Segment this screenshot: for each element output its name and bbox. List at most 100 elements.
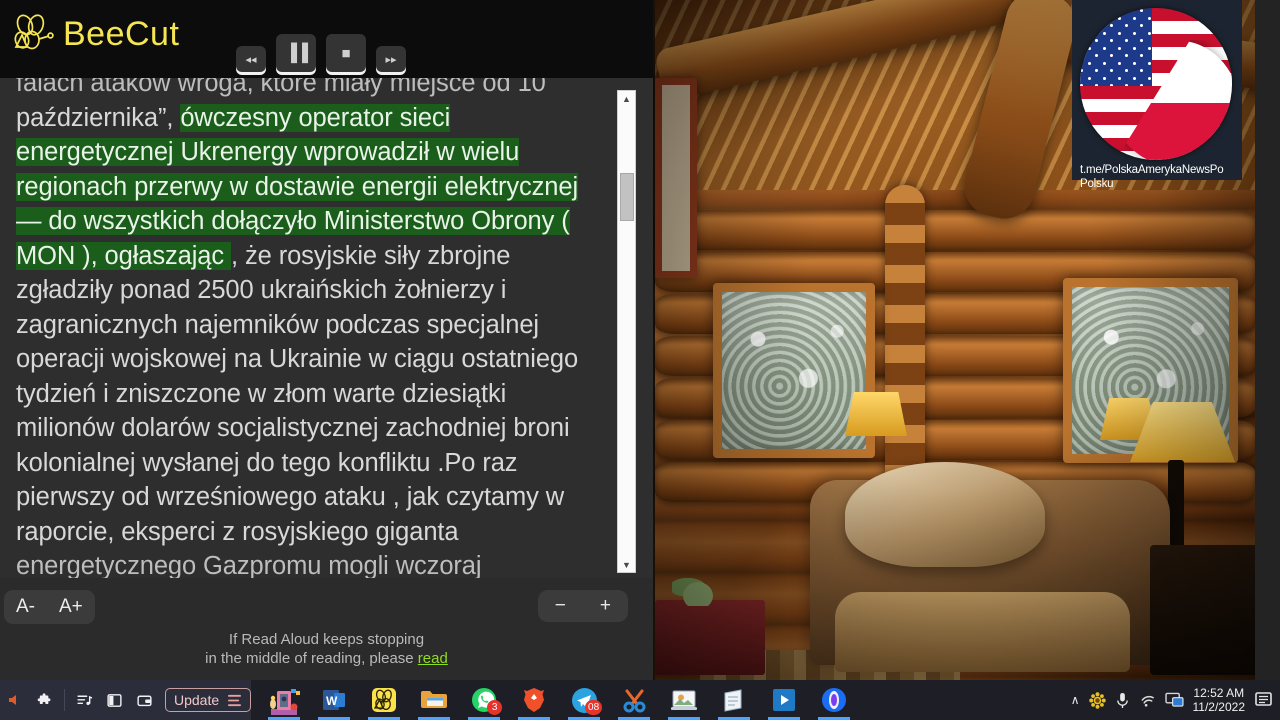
plain-text: tydzień i zniszczone w złom warte dziesi… — [16, 379, 507, 408]
wifi-icon[interactable] — [1139, 693, 1156, 708]
speaker-mute-icon[interactable] — [0, 685, 30, 715]
clock-date: 11/2/2022 — [1192, 700, 1246, 714]
read-link[interactable]: read — [418, 650, 448, 667]
scroll-up-arrow[interactable]: ▲ — [618, 91, 635, 106]
reader-line: — do wszystkich dołączyło Ministerstwo O… — [16, 204, 594, 239]
rewind-button[interactable]: ◂◂ — [236, 46, 266, 72]
taskbar-app-whatsapp[interactable]: 3 — [459, 680, 509, 720]
pause-button[interactable]: ▐▐ — [276, 34, 316, 72]
reader-line: tydzień i zniszczone w złom warte dziesi… — [16, 377, 594, 412]
taskbar-app-telegram[interactable]: 08 — [559, 680, 609, 720]
hint-line-2-text: in the middle of reading, please — [205, 650, 418, 667]
taskbar-app-opera[interactable] — [809, 680, 859, 720]
reader-scrollbar[interactable]: ▲ ▼ — [617, 90, 636, 573]
panel-footer: A- A+ − + If Read Aloud keeps stopping i… — [0, 578, 653, 680]
taskbar-clock[interactable]: 12:52 AM 11/2/2022 — [1193, 686, 1246, 714]
taskbar-app-file-explorer[interactable] — [409, 680, 459, 720]
plain-text: falach ataków wroga, które miały miejsce… — [16, 78, 546, 97]
taskbar-app-notepad[interactable] — [709, 680, 759, 720]
telegram-badge: 08 — [585, 700, 603, 715]
channel-handle-line1: t.me/PolskaAmerykaNewsPo — [1080, 164, 1224, 176]
hint-line-2: in the middle of reading, please read — [0, 649, 653, 668]
extensions-puzzle-icon[interactable] — [30, 685, 60, 715]
update-button[interactable]: Update — [165, 688, 252, 712]
media-controls: ◂◂ ▐▐ ■ ▸▸ — [236, 34, 406, 72]
taskbar-app-photos[interactable] — [259, 680, 309, 720]
reader-line: października”, ówczesny operator sieci — [16, 101, 594, 136]
taskbar-app-icons: W 3 08 — [259, 680, 859, 720]
taskbar-app-brave[interactable] — [509, 680, 559, 720]
forward-icon: ▸▸ — [385, 53, 397, 66]
reader-line: zgładziły ponad 2500 ukraińskich żołnier… — [16, 273, 594, 308]
plain-text: , że rosyjskie siły zbrojne — [231, 241, 511, 270]
reader-line: operacji wojskowej na Ukrainie w ciągu o… — [16, 342, 594, 377]
font-decrease-button[interactable]: A- — [4, 590, 47, 624]
plain-text: października”, — [16, 103, 181, 132]
reader-line: pierwszy od wrześniowego ataku , jak czy… — [16, 480, 594, 515]
windows-taskbar: Update W 3 08 ∧ 12:52 AM 11/2/2022 — [0, 680, 1280, 720]
highlighted-text: energetycznej Ukrenergy wprowadził w wie… — [16, 138, 520, 166]
clock-time: 12:52 AM — [1193, 686, 1245, 700]
flags-logo — [1080, 8, 1232, 160]
highlighted-text: ówczesny operator sieci — [180, 103, 451, 132]
plain-text: zgładziły ponad 2500 ukraińskich żołnier… — [16, 276, 507, 304]
playlist-icon[interactable] — [69, 685, 99, 715]
whatsapp-badge: 3 — [487, 700, 503, 715]
sunflower-icon[interactable] — [1088, 691, 1106, 709]
reader-line: falach ataków wroga, które miały miejsce… — [16, 78, 594, 101]
reader-line: milionów dolarów socjalistycznej zachodn… — [16, 411, 594, 446]
forward-button[interactable]: ▸▸ — [376, 46, 406, 72]
reader-line: zagranicznych najemników podczas specjal… — [16, 308, 594, 343]
font-increase-button[interactable]: A+ — [47, 590, 95, 624]
plain-text: milionów dolarów socjalistycznej zachodn… — [16, 414, 570, 442]
us-flag-canton — [1080, 8, 1152, 86]
highlighted-text: — do wszystkich dołączyło Ministerstwo O… — [16, 207, 570, 235]
stop-button[interactable]: ■ — [326, 34, 366, 72]
zoom-out-button[interactable]: − — [538, 590, 583, 622]
highlighted-text: regionach przerwy w dostawie energii ele… — [16, 172, 579, 201]
plain-text: pierwszy od wrześniowego ataku , jak czy… — [16, 483, 565, 511]
reader-text-area[interactable]: falach ataków wroga, które miały miejsce… — [0, 78, 653, 578]
plain-text: zagranicznych najemników podczas specjal… — [16, 310, 539, 339]
stop-icon: ■ — [341, 44, 351, 62]
zoom-in-button[interactable]: + — [583, 590, 628, 622]
right-bezel — [1255, 0, 1280, 680]
wallet-icon[interactable] — [129, 685, 159, 715]
rewind-icon: ◂◂ — [245, 53, 257, 66]
read-aloud-panel: BeeCut ◂◂ ▐▐ ■ ▸▸ falach ataków wroga, k… — [0, 0, 653, 680]
beecut-logo-text: BeeCut — [63, 15, 180, 53]
beecut-logo: BeeCut — [8, 14, 179, 54]
microphone-icon[interactable] — [1115, 692, 1130, 709]
plain-text: energetycznego Gazpromu mogli wczoraj — [16, 552, 482, 578]
desktop-screen: t.me/PolskaAmerykaNewsPo Polsku BeeCut ◂… — [0, 0, 1280, 720]
taskbar-app-beecut[interactable] — [359, 680, 409, 720]
channel-watermark: t.me/PolskaAmerykaNewsPo Polsku — [1072, 0, 1242, 190]
reader-line: energetycznego Gazpromu mogli wczoraj — [16, 549, 594, 578]
channel-handle: t.me/PolskaAmerykaNewsPo Polsku — [1080, 160, 1236, 191]
zoom-controls: − + — [537, 590, 628, 622]
bee-icon — [14, 14, 54, 50]
display-cast-icon[interactable] — [1164, 692, 1184, 708]
scrollbar-thumb[interactable] — [620, 173, 634, 221]
taskbar-app-snipping-tool[interactable] — [609, 680, 659, 720]
hamburger-menu-icon — [228, 694, 242, 706]
reader-line: energetycznej Ukrenergy wprowadził w wie… — [16, 135, 594, 170]
tray-chevron-up-icon[interactable]: ∧ — [1071, 693, 1080, 707]
sidebar-panel-icon[interactable] — [99, 685, 129, 715]
toolbar-divider — [64, 689, 65, 711]
taskbar-app-media-player[interactable] — [759, 680, 809, 720]
highlighted-text: MON ), ogłaszając — [16, 241, 232, 270]
reader-line: MON ), ogłaszając , że rosyjskie siły zb… — [16, 239, 594, 274]
reader-line: regionach przerwy w dostawie energii ele… — [16, 170, 594, 205]
svg-text:W: W — [326, 694, 338, 708]
taskbar-app-image-viewer[interactable] — [659, 680, 709, 720]
plain-text: operacji wojskowej na Ukrainie w ciągu o… — [16, 345, 579, 373]
notification-bell-icon[interactable] — [1254, 691, 1274, 709]
reader-text: falach ataków wroga, które miały miejsce… — [16, 78, 594, 578]
channel-handle-line2: Polsku — [1080, 178, 1114, 190]
font-size-controls: A- A+ — [4, 590, 95, 624]
pause-icon: ▐▐ — [284, 43, 308, 62]
taskbar-app-word[interactable]: W — [309, 680, 359, 720]
update-button-label: Update — [174, 692, 220, 708]
scroll-down-arrow[interactable]: ▼ — [618, 557, 635, 572]
